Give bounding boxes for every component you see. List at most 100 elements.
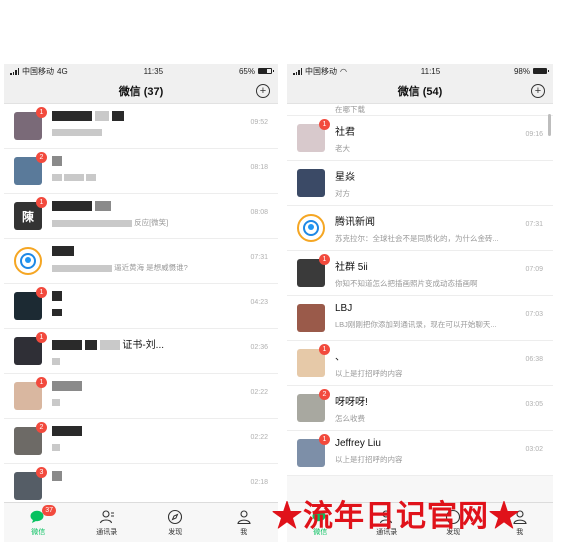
unread-badge: 1 [36, 287, 47, 298]
chat-name: 、 [335, 352, 345, 363]
chat-row[interactable]: 2 呀呀呀! 怎么收费 03:05 [287, 386, 553, 431]
signal-icon [10, 67, 19, 75]
chat-row[interactable]: 1 社君 老大 09:16 [287, 116, 553, 161]
tab-badge: 37 [42, 505, 57, 516]
chat-preview: LBJ刚刚把你添加到通讯录，现在可以开始聊天... [335, 320, 497, 329]
chat-name: LBJ [335, 303, 353, 314]
chat-row[interactable]: 1 04:23 [4, 284, 278, 329]
chat-time: 06:38 [525, 356, 543, 363]
chat-preview [52, 356, 278, 365]
page-title: 微信 (54) [397, 85, 443, 98]
chat-time: 09:52 [250, 119, 268, 126]
unread-badge: 3 [36, 467, 47, 478]
tencent-news-avatar [297, 214, 325, 242]
unread-badge: 1 [36, 377, 47, 388]
tab-contacts[interactable]: 通讯录 [354, 503, 421, 542]
carrier-label: 中国移动 [305, 66, 337, 76]
left-screenshot: 中国移动 4G 11:35 65% 微信 (37) + 1 09:52 2 08… [4, 64, 278, 542]
chat-name [52, 426, 278, 437]
unread-badge: 1 [319, 434, 330, 445]
tab-bar: 微信 37 通讯录 发现 我 [4, 502, 278, 542]
chat-time: 02:18 [250, 479, 268, 486]
chat-time: 02:36 [250, 344, 268, 351]
chat-row[interactable]: 陳1 反应[微笑] 08:08 [4, 194, 278, 239]
scrollbar[interactable] [548, 114, 551, 136]
chat-row[interactable]: 1 、 以上是打招呼的内容 06:38 [287, 341, 553, 386]
tab-bar: 微信 通讯录 发现 我 [287, 502, 553, 542]
chat-name: 社君 [335, 127, 355, 138]
signal-icon [293, 67, 302, 75]
chat-row[interactable]: 1 Jeffrey Liu 以上是打招呼的内容 03:02 [287, 431, 553, 476]
chat-preview: 你知不知道怎么把插画照片变成动态插画啊 [335, 279, 478, 288]
chat-name: 腾讯新闻 [335, 217, 375, 228]
tab-contacts[interactable]: 通讯录 [73, 503, 142, 542]
chat-time: 07:09 [525, 266, 543, 273]
chat-time: 09:16 [525, 131, 543, 138]
chat-row-partial[interactable]: 在哪下载 [287, 104, 553, 116]
nav-bar: 微信 (54) + [287, 78, 553, 104]
network-label: 4G [57, 66, 68, 76]
nav-bar: 微信 (37) + [4, 78, 278, 104]
chat-name: 证书-刘... [52, 336, 278, 351]
chat-time: 03:05 [525, 401, 543, 408]
chat-bubble-icon [312, 509, 328, 525]
chat-time: 04:23 [250, 299, 268, 306]
chat-name [52, 111, 278, 122]
chat-list: 1 09:52 2 08:18 陳1 反应[微笑] 08:08 逼近黄海 是想威… [4, 104, 278, 509]
chat-name [52, 156, 278, 167]
avatar [297, 304, 325, 332]
tab-wechat[interactable]: 微信 [287, 503, 354, 542]
chat-name [52, 246, 278, 257]
avatar [297, 169, 325, 197]
tab-discover[interactable]: 发现 [420, 503, 487, 542]
chat-preview [52, 127, 278, 136]
chat-preview: 怎么收费 [335, 414, 365, 423]
chat-name [52, 201, 278, 212]
chat-row[interactable]: LBJ LBJ刚刚把你添加到通讯录，现在可以开始聊天... 07:03 [287, 296, 553, 341]
battery-icon [258, 68, 274, 74]
chat-preview [52, 397, 278, 406]
chat-time: 02:22 [250, 389, 268, 396]
chat-time: 02:22 [250, 434, 268, 441]
status-bar: 中国移动 4G 11:35 65% [4, 64, 278, 78]
unread-badge: 1 [36, 107, 47, 118]
plus-icon[interactable]: + [531, 84, 545, 98]
chat-preview: 逼近黄海 是想威慑谁? [52, 262, 278, 273]
unread-badge: 1 [36, 332, 47, 343]
tab-wechat[interactable]: 微信 37 [4, 503, 73, 542]
tab-me[interactable]: 我 [487, 503, 554, 542]
chat-row[interactable]: 1 社群 5ii 你知不知道怎么把插画照片变成动态插画啊 07:09 [287, 251, 553, 296]
chat-name [52, 381, 278, 392]
chat-preview: 以上是打招呼的内容 [335, 369, 403, 378]
unread-badge: 2 [36, 152, 47, 163]
clock: 11:35 [143, 66, 164, 76]
chat-row[interactable]: 2 08:18 [4, 149, 278, 194]
chat-row[interactable]: 逼近黄海 是想威慑谁? 07:31 [4, 239, 278, 284]
contacts-icon [99, 509, 115, 525]
chat-row[interactable]: 1 09:52 [4, 104, 278, 149]
chat-row[interactable]: 1 证书-刘... 02:36 [4, 329, 278, 374]
chat-preview [52, 307, 278, 316]
chat-preview [52, 442, 278, 451]
chat-row[interactable]: 腾讯新闻 苏克拉尔：全球社会不是同质化的，为什么金砖... 07:31 [287, 206, 553, 251]
chat-list: 在哪下载 1 社君 老大 09:16 星焱 对方 腾讯新闻 苏克拉尔：全球社会不… [287, 104, 553, 476]
chat-time: 03:02 [525, 446, 543, 453]
chat-time: 08:18 [250, 164, 268, 171]
battery-percent: 65% [238, 66, 255, 76]
chat-name: 星焱 [335, 172, 355, 183]
contacts-icon [379, 509, 395, 525]
page-title: 微信 (37) [118, 85, 164, 98]
chat-name [52, 471, 278, 482]
wifi-icon: ◠ [340, 66, 347, 76]
chat-row[interactable]: 2 02:22 [4, 419, 278, 464]
tab-me[interactable]: 我 [210, 503, 279, 542]
plus-icon[interactable]: + [256, 84, 270, 98]
chat-preview: 老大 [335, 144, 350, 153]
unread-badge: 1 [319, 119, 330, 130]
chat-name: 社群 5ii [335, 262, 368, 273]
chat-name: 呀呀呀! [335, 397, 368, 408]
chat-row[interactable]: 1 02:22 [4, 374, 278, 419]
tab-discover[interactable]: 发现 [141, 503, 210, 542]
chat-time: 07:03 [525, 311, 543, 318]
chat-row[interactable]: 星焱 对方 [287, 161, 553, 206]
